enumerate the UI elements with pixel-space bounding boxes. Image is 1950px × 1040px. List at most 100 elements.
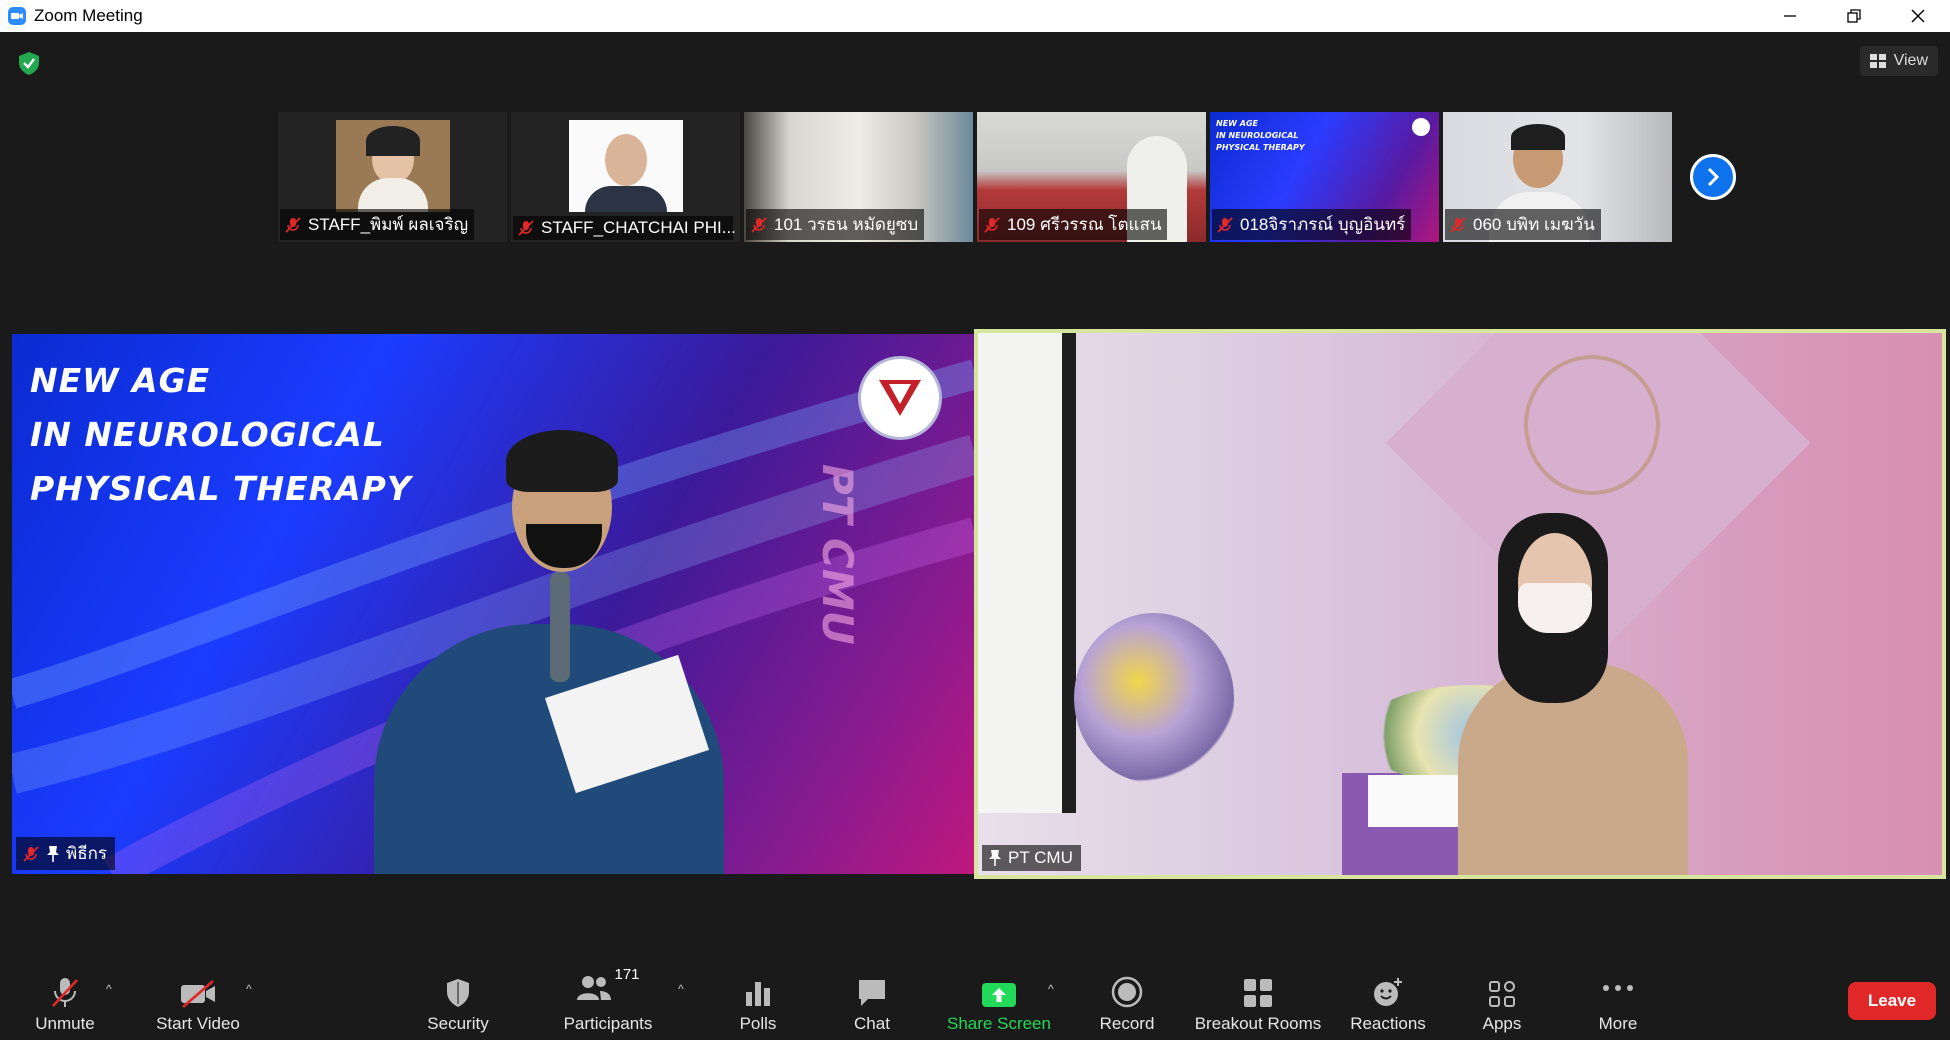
restore-button[interactable] [1822, 0, 1886, 32]
participant-thumbnail[interactable]: 060 บพิท เมฆวัน [1443, 112, 1672, 242]
polls-icon [746, 982, 770, 1006]
more-label: More [1598, 1014, 1638, 1033]
security-label: Security [427, 1014, 489, 1033]
mic-muted-icon [518, 220, 534, 236]
participants-count: 171 [614, 965, 640, 983]
pin-icon [47, 845, 59, 862]
view-label: View [1893, 52, 1928, 69]
video-off-icon [181, 980, 215, 1008]
unmute-label: Unmute [35, 1014, 95, 1033]
participant-name-tag: PT CMU [982, 845, 1081, 871]
pin-icon [989, 850, 1001, 866]
participant-name: STAFF_พิมพ์ ผลเจริญ [308, 215, 469, 234]
audio-options-caret[interactable]: ^ [106, 982, 112, 996]
more-dots-icon [1603, 985, 1633, 991]
chevron-right-icon [1707, 167, 1720, 187]
participant-thumbnail[interactable]: 101 วรธน หมัดยูซบ [744, 112, 973, 242]
participant-name: 060 บพิท เมฆวัน [1473, 215, 1595, 234]
security-shield-icon [447, 979, 469, 1007]
participant-name: PT CMU [1008, 848, 1073, 867]
participant-name-tag: 018จิราภรณ์ บุญอินทร์ [1212, 209, 1412, 240]
video-tile-active-speaker[interactable]: PT CMU [974, 329, 1946, 879]
zoom-app-icon [8, 7, 26, 25]
participant-name-tag: STAFF_พิมพ์ ผลเจริญ [280, 209, 475, 240]
participant-photo [336, 120, 450, 212]
reactions-label: Reactions [1350, 1014, 1426, 1033]
reactions-button[interactable]: Reactions [1350, 960, 1426, 1040]
slide-line: NEW AGE [30, 361, 211, 400]
close-button[interactable] [1886, 0, 1950, 32]
participant-name: 018จิราภรณ์ บุญอินทร์ [1240, 215, 1406, 234]
mic-muted-icon [52, 978, 78, 1007]
share-screen-icon [982, 983, 1016, 1007]
chat-label: Chat [854, 1014, 890, 1033]
participant-name: 109 ศรีวรรณ โตแสน [1007, 215, 1162, 234]
participant-photo [569, 120, 683, 212]
start-video-button[interactable]: Start Video [150, 960, 246, 1040]
record-button[interactable]: Record [1096, 960, 1158, 1040]
title-bar: Zoom Meeting [0, 0, 1950, 32]
breakout-rooms-icon [1244, 979, 1272, 1007]
participant-thumbnail[interactable]: STAFF_พิมพ์ ผลเจริญ [278, 112, 507, 242]
participant-name-tag: 101 วรธน หมัดยูซบ [746, 209, 925, 240]
polls-label: Polls [739, 1014, 777, 1033]
university-logo [858, 356, 942, 440]
share-screen-label: Share Screen [947, 1014, 1051, 1033]
participant-name-tag: 109 ศรีวรรณ โตแสน [979, 209, 1168, 240]
record-icon [1111, 976, 1143, 1008]
security-button[interactable]: Security [420, 960, 496, 1040]
view-button[interactable]: View [1859, 46, 1938, 76]
unmute-button[interactable]: Unmute [26, 960, 104, 1040]
encryption-shield-icon[interactable] [16, 50, 42, 76]
participant-name-tag: STAFF_CHATCHAI PHI... [513, 216, 736, 240]
participant-name: พิธีกร [66, 844, 108, 863]
apps-label: Apps [1482, 1014, 1522, 1033]
participants-button[interactable]: 171 Participants [560, 960, 656, 1040]
window-controls [1758, 0, 1950, 32]
participant-thumbnail[interactable]: STAFF_CHATCHAI PHI... [511, 112, 740, 242]
chat-button[interactable]: Chat [846, 960, 898, 1040]
flower-arrangement [1074, 613, 1234, 783]
apps-button[interactable]: Apps [1478, 960, 1526, 1040]
leave-button[interactable]: Leave [1848, 982, 1936, 1020]
next-page-button[interactable] [1690, 154, 1736, 200]
participants-options-caret[interactable]: ^ [678, 982, 684, 996]
slide-title: NEW AGE IN NEUROLOGICAL PHYSICAL THERAPY [30, 354, 412, 516]
participant-name: 101 วรธน หมัดยูซบ [774, 215, 919, 234]
mic-muted-icon [285, 216, 301, 233]
participant-thumbnail[interactable]: 109 ศรีวรรณ โตแสน [977, 112, 1206, 242]
share-screen-button[interactable]: Share Screen [944, 960, 1054, 1040]
participant-name: STAFF_CHATCHAI PHI... [541, 218, 736, 237]
breakout-rooms-label: Breakout Rooms [1194, 1014, 1322, 1033]
mic-muted-icon [984, 216, 1000, 233]
more-button[interactable]: More [1592, 960, 1644, 1040]
video-tile-host[interactable]: NEW AGE IN NEUROLOGICAL PHYSICAL THERAPY… [12, 334, 975, 874]
minimize-button[interactable] [1758, 0, 1822, 32]
participant-thumbnail[interactable]: NEW AGE IN NEUROLOGICAL PHYSICAL THERAPY 0… [1210, 112, 1439, 242]
meeting-toolbar: Unmute ^ Start Video ^ Security 171 Part… [0, 960, 1950, 1040]
white-board-panel [978, 333, 1076, 813]
polls-button[interactable]: Polls [730, 960, 786, 1040]
mic-muted-icon [1450, 216, 1466, 233]
participant-name-tag: พิธีกร [16, 837, 116, 870]
share-options-caret[interactable]: ^ [1048, 982, 1054, 996]
grid-view-icon [1869, 54, 1886, 68]
breakout-rooms-button[interactable]: Breakout Rooms [1194, 960, 1322, 1040]
participant-name-tag: 060 บพิท เมฆวัน [1445, 209, 1601, 240]
start-video-label: Start Video [156, 1014, 240, 1033]
mic-muted-icon [751, 216, 767, 233]
record-label: Record [1099, 1014, 1155, 1033]
slide-line: PHYSICAL THERAPY [30, 469, 412, 508]
chat-bubble-icon [859, 980, 885, 1006]
slide-line: IN NEUROLOGICAL [30, 415, 385, 454]
smiley-reaction-icon [1374, 978, 1402, 1006]
participants-label: Participants [563, 1014, 653, 1033]
participants-icon [577, 976, 612, 1000]
participant-thumbnail-strip: STAFF_พิมพ์ ผลเจริญ STAFF_CHATCHAI PHI..… [278, 112, 1672, 242]
window-title: Zoom Meeting [34, 6, 143, 25]
mic-muted-icon [1217, 216, 1233, 233]
mic-muted-icon [23, 845, 39, 862]
university-seal [1524, 355, 1660, 495]
apps-icon [1489, 981, 1515, 1007]
video-options-caret[interactable]: ^ [246, 982, 252, 996]
